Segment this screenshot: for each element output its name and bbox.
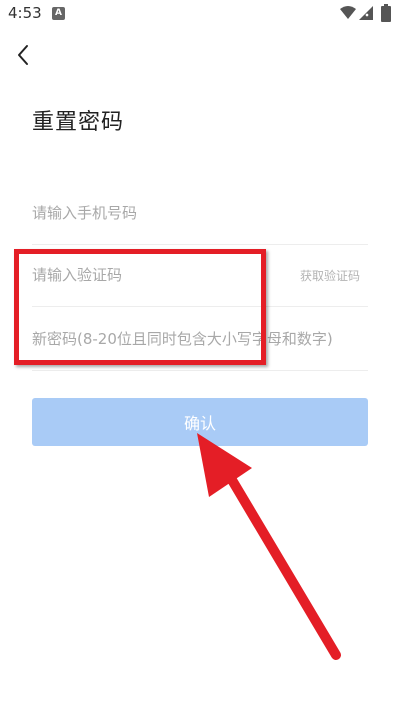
- verification-code-input[interactable]: [32, 244, 282, 306]
- status-time: 4:53: [8, 4, 42, 22]
- new-password-row: [32, 308, 368, 371]
- phone-input[interactable]: [32, 182, 368, 244]
- confirm-button[interactable]: 确认: [32, 398, 368, 446]
- wifi-icon: [340, 6, 356, 19]
- phone-row: [32, 182, 368, 245]
- signal-icon: [359, 6, 373, 20]
- get-code-button[interactable]: 获取验证码: [300, 267, 360, 284]
- status-bar: 4:53 A: [0, 0, 400, 28]
- new-password-input[interactable]: [32, 308, 368, 370]
- notification-icon: A: [52, 7, 65, 20]
- battery-icon: [381, 4, 391, 22]
- chevron-left-icon: [18, 45, 28, 65]
- back-button[interactable]: [10, 40, 36, 70]
- page-title: 重置密码: [32, 110, 125, 135]
- verification-code-row: 获取验证码: [32, 244, 368, 307]
